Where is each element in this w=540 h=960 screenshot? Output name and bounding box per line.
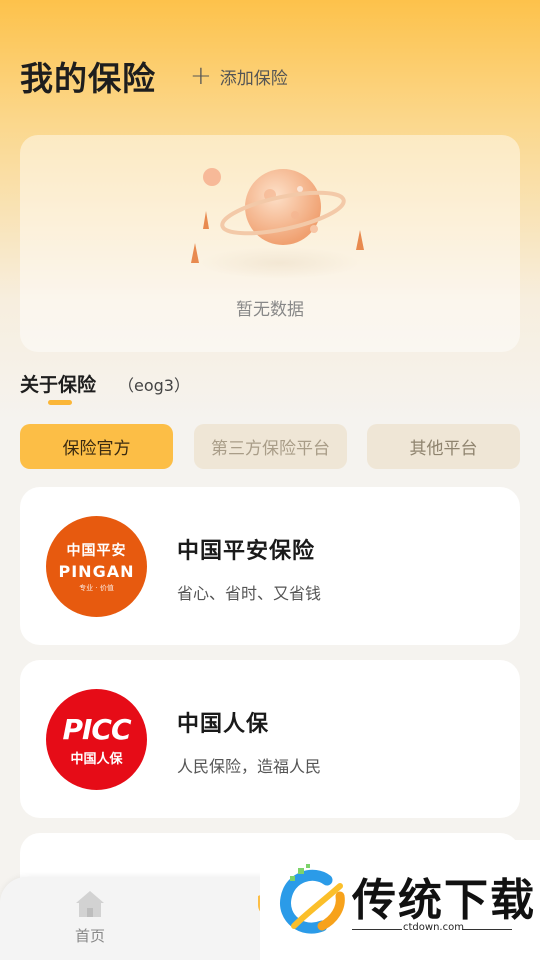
pingan-logo: 中国平安 PINGAN 专业 · 价值: [46, 516, 147, 617]
filter-other[interactable]: 其他平台: [367, 424, 520, 469]
insurer-card-picc[interactable]: PICC 中国人保 中国人保 人民保险，造福人民: [20, 660, 520, 818]
picc-logo-cn: 中国人保: [70, 751, 123, 767]
home-icon: [76, 891, 104, 917]
insurer-name: 中国人保: [177, 712, 270, 737]
pingan-logo-en: PINGAN: [58, 562, 135, 581]
empty-state-text: 暂无数据: [236, 300, 304, 320]
insurer-desc: 省心、省时、又省钱: [177, 584, 322, 603]
page-title: 我的保险: [20, 59, 156, 98]
ctdown-logo-icon: [280, 864, 345, 934]
tab-home[interactable]: 首页: [60, 889, 120, 946]
filter-official[interactable]: 保险官方: [20, 424, 173, 469]
tab-home-label: 首页: [74, 927, 105, 945]
watermark-divider-right: [462, 929, 512, 930]
insurer-desc: 人民保险，造福人民: [177, 757, 322, 776]
add-insurance-label: 添加保险: [219, 68, 288, 89]
watermark-divider-left: [352, 929, 402, 930]
section-subtitle: （eog3）: [118, 376, 190, 395]
pingan-logo-tag: 专业 · 价值: [79, 584, 114, 592]
section-title: 关于保险: [20, 374, 97, 396]
pingan-logo-cn: 中国平安: [66, 543, 127, 559]
picc-logo: PICC 中国人保: [46, 689, 147, 790]
planet-illustration: [191, 168, 364, 279]
insurer-name: 中国平安保险: [177, 539, 316, 564]
watermark-url: ctdown.com: [403, 922, 464, 933]
section-title-underline: [48, 400, 72, 405]
add-insurance-button[interactable]: + 添加保险: [190, 63, 288, 89]
insurer-card-pingan[interactable]: 中国平安 PINGAN 专业 · 价值 中国平安保险 省心、省时、又省钱: [20, 487, 520, 645]
header: 我的保险 + 添加保险: [20, 52, 288, 100]
empty-state-card: 暂无数据: [20, 135, 520, 352]
watermark-brand: 传统下载: [352, 875, 536, 926]
picc-logo-en: PICC: [62, 712, 131, 746]
filter-third-party[interactable]: 第三方保险平台: [194, 424, 347, 469]
watermark: 传统下载 ctdown.com: [260, 840, 540, 960]
plus-icon: +: [190, 61, 212, 91]
